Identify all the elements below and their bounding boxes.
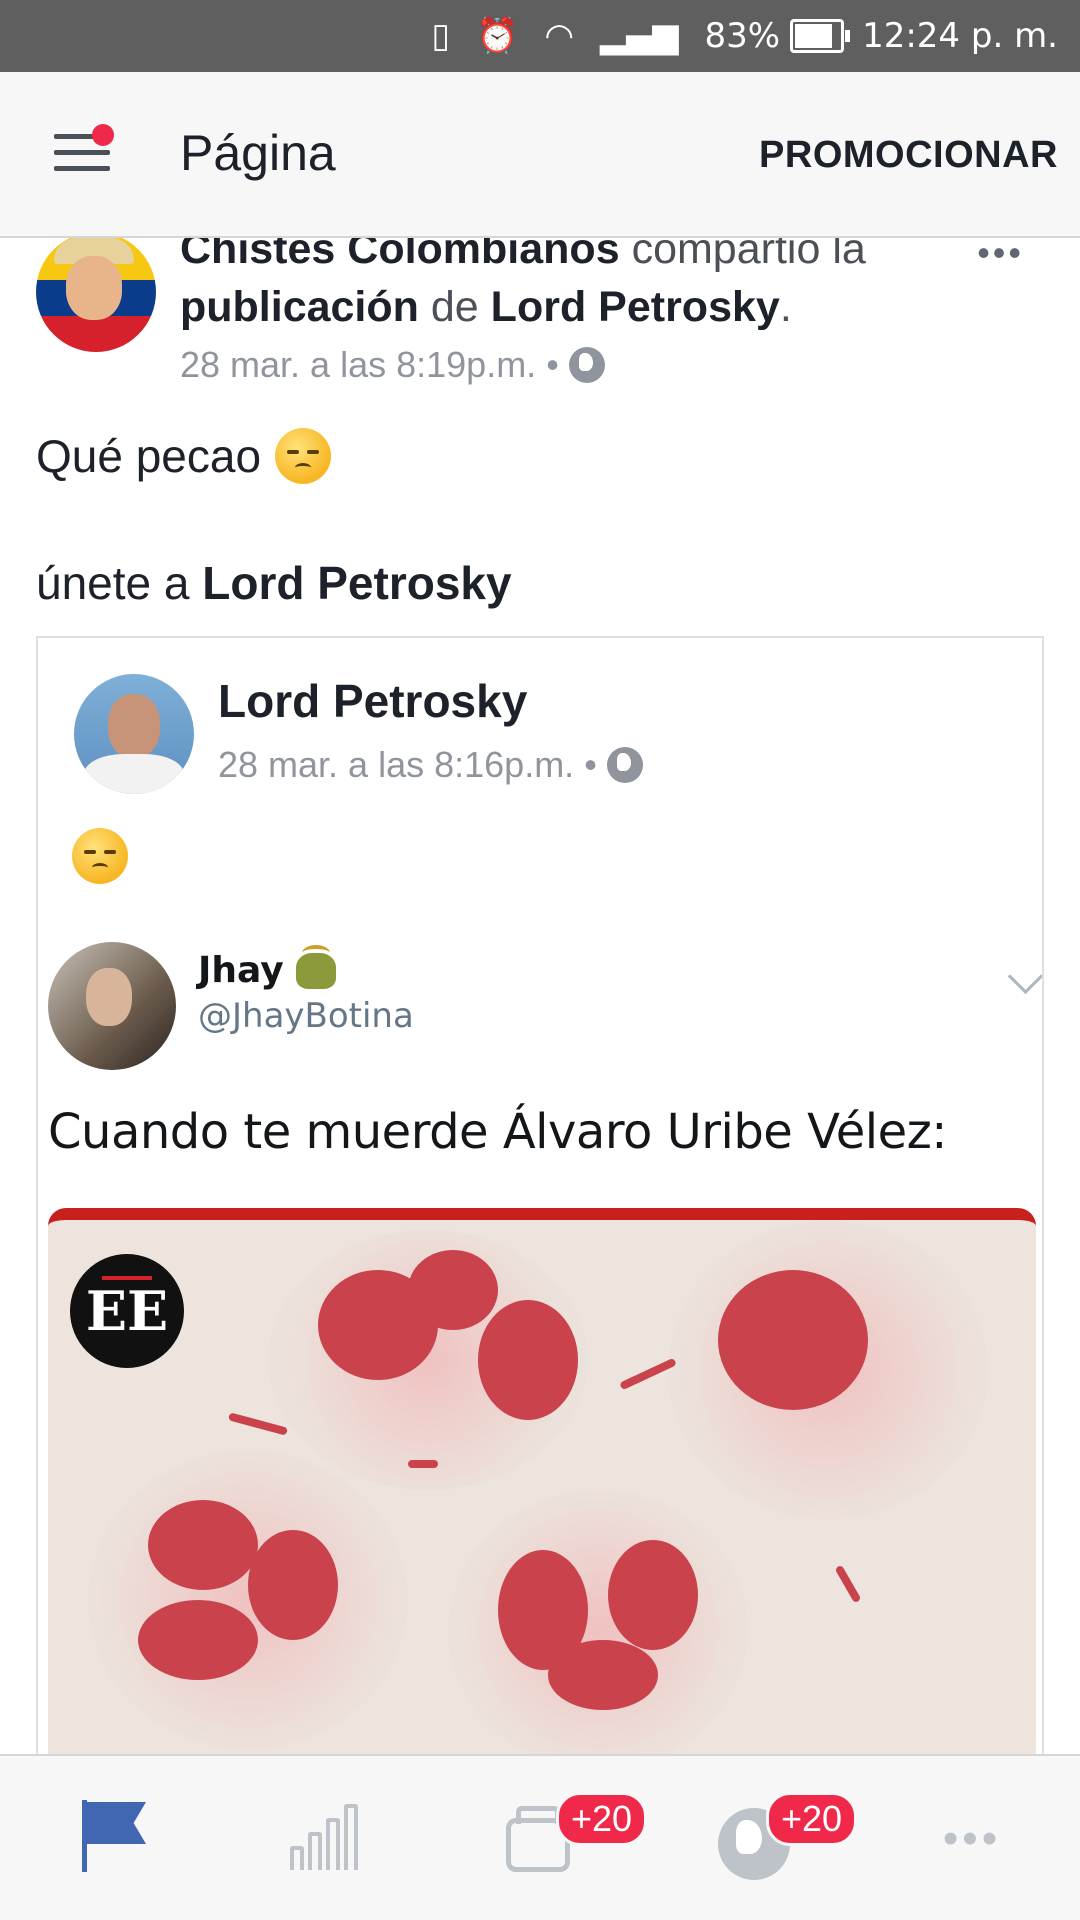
cell-nucleus	[148, 1500, 258, 1590]
shared-text: compartió la	[631, 238, 866, 273]
nav-insights[interactable]	[276, 1794, 376, 1884]
dragon-emoji-icon	[295, 944, 336, 989]
cell-nucleus	[138, 1600, 258, 1680]
el-espectador-logo: EE	[70, 1254, 184, 1368]
avatar-face	[66, 256, 122, 320]
nav-notifications[interactable]: +20	[708, 1792, 858, 1884]
shared-message	[72, 828, 128, 889]
post-meta: 28 mar. a las 8:19p.m. •	[180, 344, 605, 386]
globe-icon	[568, 347, 605, 383]
cell-nucleus	[548, 1640, 658, 1710]
bar-chart-icon	[290, 1846, 304, 1870]
join-prefix: únete a	[36, 557, 190, 609]
notifications-badge: +20	[766, 1792, 858, 1846]
post-header: Chistes Colombianos compartió la publica…	[180, 238, 940, 336]
of-word: de	[430, 283, 479, 331]
chevron-down-icon	[1007, 958, 1042, 995]
vibrate-icon: ▯	[431, 16, 451, 56]
tweet-name: Jhay	[198, 950, 284, 991]
cell-nucleus	[608, 1540, 698, 1650]
status-bar: ▯ ⏰ ◠ ▂▄▆ 83% 12:24 p. m.	[0, 0, 1080, 72]
post-options-button[interactable]: •••	[977, 238, 1024, 274]
signal-icon: ▂▄▆	[600, 16, 679, 56]
bottom-nav: +20 +20 •••	[0, 1754, 1080, 1920]
bar	[308, 1832, 322, 1870]
cell-nucleus	[408, 1250, 498, 1330]
post-message-text: Qué pecao	[36, 430, 262, 482]
shared-post-card[interactable]: Lord Petrosky 28 mar. a las 8:16p.m. • J…	[36, 636, 1044, 1754]
battery-icon	[790, 19, 851, 53]
nav-page-flag[interactable]	[66, 1794, 166, 1884]
tweet-text: Cuando te muerde Álvaro Uribe Vélez:	[48, 1104, 947, 1160]
bacteria	[227, 1412, 289, 1436]
bacteria	[408, 1460, 438, 1468]
bacteria	[834, 1564, 862, 1604]
shared-post-meta: 28 mar. a las 8:16p.m. •	[218, 744, 643, 786]
cell-nucleus	[248, 1530, 338, 1640]
menu-button[interactable]	[54, 124, 114, 176]
cell	[448, 1490, 748, 1754]
sad-face-icon	[72, 828, 128, 884]
cell	[88, 1450, 408, 1750]
join-line: únete a Lord Petrosky	[36, 556, 512, 610]
avatar-face	[86, 968, 132, 1026]
tweet-avatar	[48, 942, 176, 1070]
tweet-screenshot[interactable]: Jhay @JhayBotina Cuando te muerde Álvaro…	[38, 910, 1042, 1754]
bar	[344, 1804, 358, 1870]
notification-dot	[92, 124, 114, 146]
tweet-author: Jhay	[198, 944, 336, 991]
page-title: Página	[180, 125, 336, 181]
battery-fill	[795, 24, 832, 48]
alarm-icon: ⏰	[476, 16, 519, 56]
feed[interactable]: Chistes Colombianos compartió la publica…	[0, 238, 1080, 1754]
inbox-badge: +20	[556, 1792, 648, 1846]
globe-icon	[606, 747, 643, 783]
menu-line	[54, 150, 110, 155]
tweet-image: EE	[48, 1208, 1036, 1754]
flag-cloth	[84, 1802, 146, 1844]
author-avatar[interactable]	[74, 674, 194, 794]
app-bar: Página PROMOCIONAR	[0, 72, 1080, 238]
tweet-handle: @JhayBotina	[198, 996, 414, 1036]
nav-inbox[interactable]: +20	[492, 1792, 648, 1884]
more-icon[interactable]: •••	[922, 1794, 1022, 1884]
page-name-link[interactable]: Chistes Colombianos	[180, 238, 620, 273]
post-timestamp[interactable]: 28 mar. a las 8:19p.m. •	[180, 344, 559, 386]
bar	[326, 1818, 340, 1870]
publication-link[interactable]: publicación	[180, 283, 419, 331]
promote-button[interactable]: PROMOCIONAR	[759, 134, 1058, 177]
avatar-face	[108, 694, 160, 758]
shared-author-name[interactable]: Lord Petrosky	[218, 674, 527, 728]
wifi-icon: ◠	[544, 16, 575, 56]
sad-face-icon	[275, 428, 332, 484]
cell-nucleus	[718, 1270, 868, 1410]
avatar-shirt	[84, 754, 184, 794]
original-author-link[interactable]: Lord Petrosky	[491, 283, 780, 331]
join-target-link[interactable]: Lord Petrosky	[202, 557, 511, 609]
period: .	[779, 283, 792, 331]
clock: 12:24 p. m.	[862, 16, 1058, 56]
menu-line	[54, 166, 110, 171]
page-avatar[interactable]	[36, 238, 156, 352]
shared-timestamp[interactable]: 28 mar. a las 8:16p.m. •	[218, 744, 597, 786]
post-message: Qué pecao	[36, 428, 332, 484]
battery-percent: 83%	[704, 16, 781, 56]
cell-nucleus	[478, 1300, 578, 1420]
